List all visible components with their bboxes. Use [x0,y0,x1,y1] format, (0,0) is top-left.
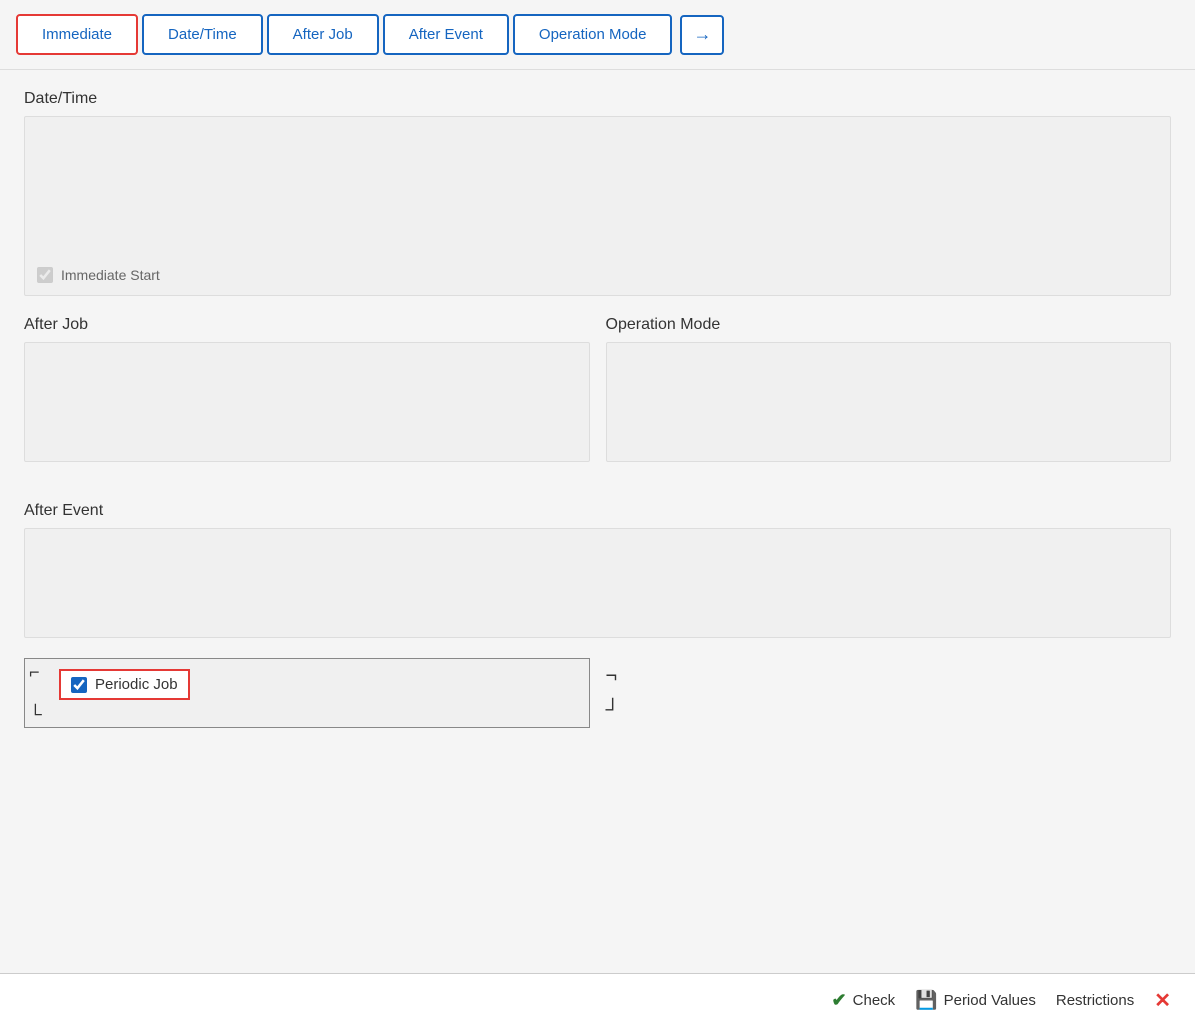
after-job-label: After Job [24,316,590,334]
bottom-bar: ✔ Check 💾 Period Values Restrictions ✕ [0,973,1195,1027]
check-icon: ✔ [832,990,847,1011]
periodic-section: ⌐ └ Periodic Job ¬ ┘ [24,658,1171,728]
corner-bottom-right: ┘ [606,700,620,720]
main-content: Date/Time Immediate Start After Job Oper… [0,70,1195,748]
restrictions-label: Restrictions [1056,992,1134,1009]
after-event-label: After Event [24,502,1171,520]
after-event-section: After Event [24,502,1171,638]
after-job-box [24,342,590,462]
datetime-box: Immediate Start [24,116,1171,296]
after-job-col: After Job [24,316,590,482]
datetime-section-label: Date/Time [24,90,1171,108]
close-icon[interactable]: ✕ [1154,988,1171,1013]
check-action[interactable]: ✔ Check [832,990,896,1011]
restrictions-action[interactable]: Restrictions [1056,992,1134,1009]
period-values-label: Period Values [944,992,1036,1009]
operation-mode-label: Operation Mode [606,316,1172,334]
save-icon: 💾 [915,990,937,1011]
immediate-start-label: Immediate Start [61,267,160,283]
periodic-outer-box: ⌐ └ Periodic Job [24,658,590,728]
after-job-operation-row: After Job Operation Mode [24,316,1171,482]
periodic-right-area: ¬ ┘ [606,658,1172,728]
immediate-start-checkbox[interactable] [37,267,53,283]
tab-arrow-button[interactable]: → [680,15,724,55]
tab-immediate[interactable]: Immediate [16,14,138,55]
operation-mode-col: Operation Mode [606,316,1172,482]
tab-after-job[interactable]: After Job [267,14,379,55]
periodic-job-checkbox[interactable] [71,677,87,693]
corner-top-left: ⌐ [29,663,40,681]
period-values-action[interactable]: 💾 Period Values [915,990,1036,1011]
periodic-job-label: Periodic Job [95,676,178,693]
operation-mode-box [606,342,1172,462]
after-event-box [24,528,1171,638]
immediate-start-row: Immediate Start [37,267,1158,283]
corner-top-right: ¬ [606,666,618,686]
datetime-section: Date/Time Immediate Start [24,90,1171,296]
tab-operation-mode[interactable]: Operation Mode [513,14,673,55]
check-label: Check [853,992,896,1009]
tab-bar: Immediate Date/Time After Job After Even… [0,0,1195,70]
periodic-left-area: ⌐ └ Periodic Job [24,658,590,728]
periodic-job-checkbox-container: Periodic Job [59,669,190,700]
corner-bottom-left: └ [29,705,42,723]
tab-after-event[interactable]: After Event [383,14,509,55]
tab-datetime[interactable]: Date/Time [142,14,263,55]
